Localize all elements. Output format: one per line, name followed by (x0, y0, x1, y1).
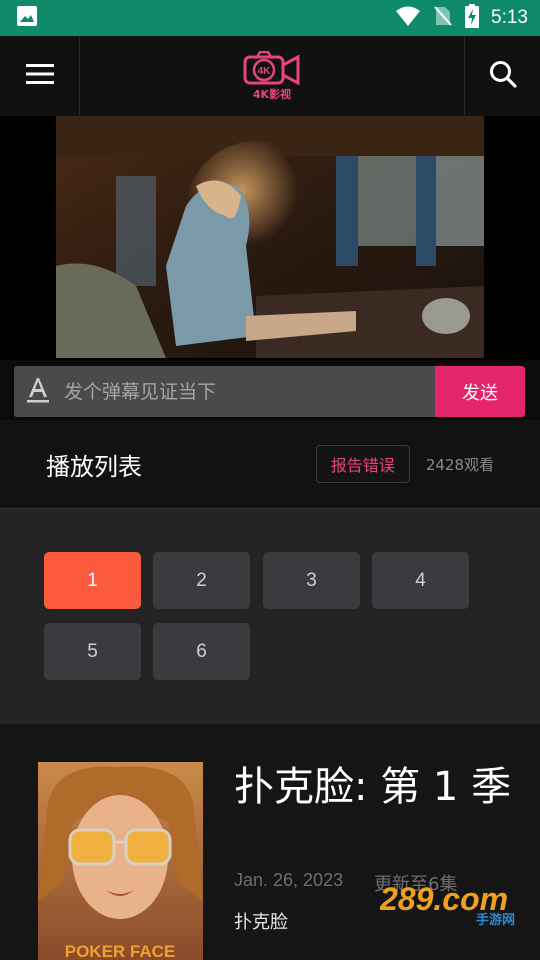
status-time: 5:13 (491, 7, 528, 28)
app-logo: 4K 4K影视 (80, 50, 464, 102)
playlist-header: 播放列表 报告错误 2428观看 (0, 420, 540, 508)
video-frame[interactable] (56, 116, 484, 358)
danmaku-bar: 发送 (14, 366, 525, 417)
battery-charging-icon (465, 4, 480, 32)
view-count: 2428观看 (425, 455, 494, 474)
logo-text: 4K影视 (252, 87, 292, 101)
watermark-text: 289.com (380, 881, 508, 917)
video-player[interactable] (0, 116, 540, 360)
show-poster[interactable]: POKER FACE (38, 762, 203, 960)
episode-button-2[interactable]: 2 (153, 552, 250, 609)
wifi-icon (395, 5, 421, 31)
episode-button-5[interactable]: 5 (44, 623, 141, 680)
report-error-button[interactable]: 报告错误 (315, 445, 410, 483)
image-icon (16, 6, 38, 31)
search-icon (489, 60, 517, 92)
playlist-title: 播放列表 (46, 452, 142, 481)
status-bar: 5:13 (0, 0, 540, 36)
search-button[interactable] (464, 36, 540, 116)
camera-logo-icon: 4K (243, 50, 300, 85)
poster-title: POKER FACE (65, 942, 176, 960)
watermark-logo: 289.com 手游网 (379, 880, 530, 930)
episode-button-4[interactable]: 4 (372, 552, 469, 609)
danmaku-input[interactable] (64, 380, 404, 403)
episode-button-6[interactable]: 6 (153, 623, 250, 680)
send-button[interactable]: 发送 (435, 366, 525, 417)
episode-button-3[interactable]: 3 (263, 552, 360, 609)
font-a-icon (26, 377, 50, 407)
episode-button-1[interactable]: 1 (44, 552, 141, 609)
logo-badge: 4K (258, 66, 272, 77)
app-bar: 4K 4K影视 (0, 36, 540, 116)
menu-icon (25, 64, 54, 88)
danmaku-input-wrap (14, 366, 435, 417)
show-subtitle: 扑克脸 (234, 912, 288, 933)
no-sim-icon (433, 5, 453, 31)
watermark-sub: 手游网 (476, 912, 515, 928)
episode-panel: 1 2 3 4 5 6 (0, 508, 540, 724)
menu-button[interactable] (0, 36, 80, 116)
show-title: 扑克脸: 第 1 季 (234, 764, 512, 810)
show-date: Jan. 26, 2023 (234, 870, 344, 890)
